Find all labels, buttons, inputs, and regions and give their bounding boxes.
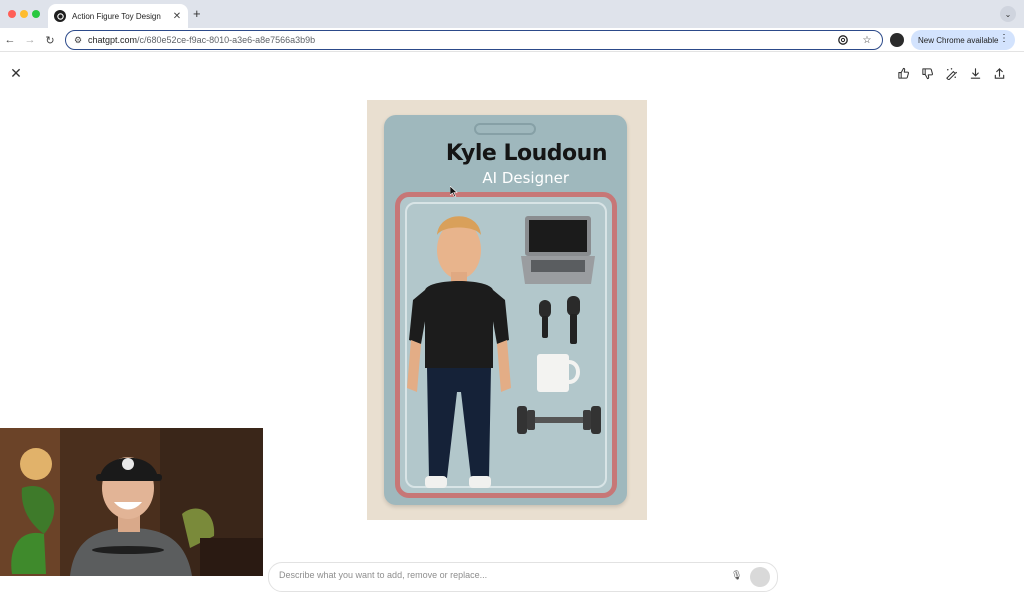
new-chrome-available-button[interactable]: New Chrome available ⋮ bbox=[911, 30, 1015, 50]
window-minimize-button[interactable] bbox=[20, 10, 28, 18]
webcam-scene bbox=[0, 428, 263, 576]
select-edit-icon[interactable] bbox=[944, 66, 958, 80]
back-arrow-icon[interactable]: ← bbox=[2, 32, 18, 48]
url-text[interactable]: chatgpt.com/c/680e52ce-f9ac-8010-a3e6-a8… bbox=[88, 35, 826, 45]
share-icon[interactable] bbox=[992, 66, 1006, 80]
laptop-accessory bbox=[521, 216, 595, 284]
url-path: /c/680e52ce-f9ac-8010-a3e6-a8e7566a3b9b bbox=[137, 35, 316, 45]
action-figure-illustration bbox=[407, 216, 601, 488]
forward-arrow-icon[interactable]: → bbox=[22, 32, 38, 48]
chatgpt-extension-icon[interactable] bbox=[836, 33, 850, 47]
new-tab-button[interactable]: + bbox=[193, 6, 201, 21]
address-bar[interactable]: ⚙ chatgpt.com/c/680e52ce-f9ac-8010-a3e6-… bbox=[65, 30, 883, 50]
url-host: chatgpt.com bbox=[88, 35, 138, 45]
reload-icon[interactable]: ↻ bbox=[42, 32, 58, 48]
edit-prompt-input[interactable] bbox=[279, 570, 679, 580]
close-icon[interactable]: ✕ bbox=[9, 66, 23, 80]
update-button-label: New Chrome available bbox=[918, 35, 999, 45]
mouse-cursor-icon bbox=[450, 186, 458, 197]
generated-image[interactable]: Kyle Loudoun AI Designer bbox=[367, 100, 647, 520]
edit-prompt-bar: 🎙 bbox=[268, 562, 778, 592]
mug-accessory bbox=[537, 354, 580, 392]
image-actions bbox=[896, 66, 1006, 80]
chatgpt-favicon-icon bbox=[54, 10, 66, 22]
bookmark-star-icon[interactable]: ☆ bbox=[860, 33, 874, 47]
browser-tab-active[interactable]: Action Figure Toy Design ✕ bbox=[48, 4, 188, 28]
browser-tab-strip: Action Figure Toy Design ✕ + ⌄ bbox=[0, 0, 1024, 28]
kebab-menu-icon[interactable]: ⋮ bbox=[999, 33, 1009, 45]
dumbbell-accessory bbox=[517, 406, 601, 434]
profile-avatar-icon[interactable] bbox=[890, 33, 904, 47]
thumbs-down-icon[interactable] bbox=[920, 66, 934, 80]
tab-search-chevron-icon[interactable]: ⌄ bbox=[1000, 6, 1016, 22]
thumbs-up-icon[interactable] bbox=[896, 66, 910, 80]
download-icon[interactable] bbox=[968, 66, 982, 80]
browser-toolbar: ← → ↻ ⚙ chatgpt.com/c/680e52ce-f9ac-8010… bbox=[0, 28, 1024, 52]
site-info-icon[interactable]: ⚙ bbox=[74, 35, 88, 46]
microphones-accessory bbox=[539, 296, 580, 344]
webcam-overlay bbox=[0, 428, 263, 576]
send-button[interactable] bbox=[750, 567, 770, 587]
tab-close-icon[interactable]: ✕ bbox=[172, 11, 182, 22]
window-maximize-button[interactable] bbox=[32, 10, 40, 18]
tab-title: Action Figure Toy Design bbox=[72, 11, 161, 21]
window-close-button[interactable] bbox=[8, 10, 16, 18]
action-figure bbox=[407, 216, 511, 488]
